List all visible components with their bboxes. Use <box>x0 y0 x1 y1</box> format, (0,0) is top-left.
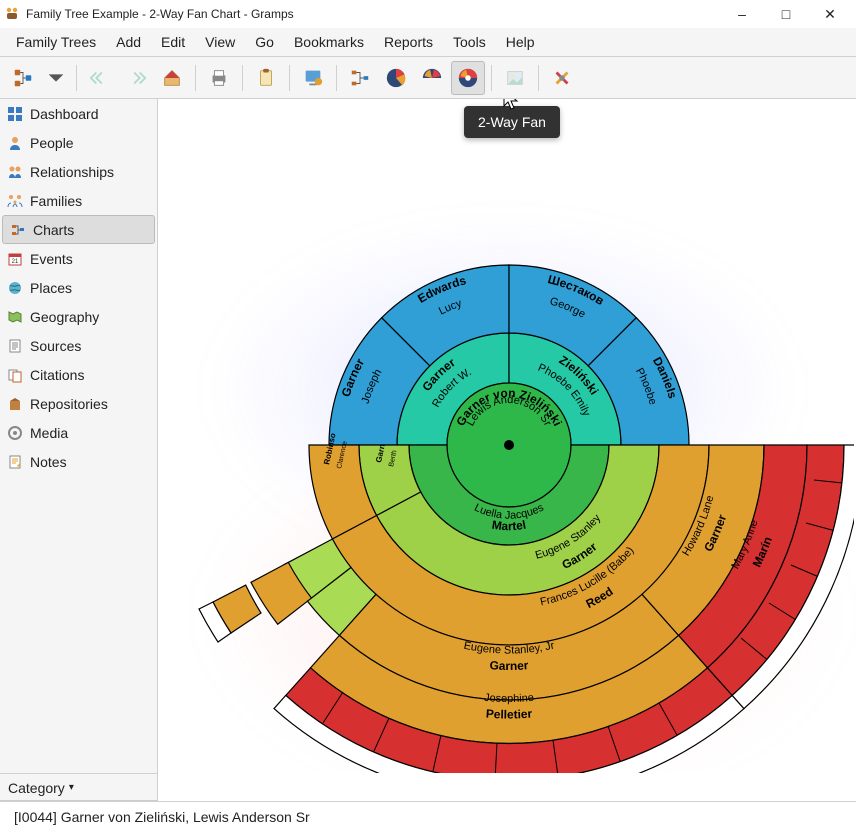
sidebar-item-label: Geography <box>30 309 99 325</box>
sidebar-item-notes[interactable]: Notes <box>0 447 157 476</box>
category-selector[interactable]: Category ▾ <box>0 773 158 801</box>
nav-forward-button[interactable] <box>119 61 153 95</box>
d3-pell-surname: Pelletier <box>485 707 533 722</box>
chart-canvas[interactable]: Garner von Zieliński Lewis Anderson Sr G… <box>158 99 856 773</box>
separator <box>289 65 290 91</box>
sidebar-item-label: People <box>30 135 74 151</box>
sidebar-item-label: Repositories <box>30 396 108 412</box>
sidebar-item-label: Citations <box>30 367 84 383</box>
sidebar-item-repositories[interactable]: Repositories <box>0 389 157 418</box>
pedigree-view-button[interactable] <box>343 61 377 95</box>
citations-icon <box>6 366 24 384</box>
sidebar-item-label: Sources <box>30 338 81 354</box>
sidebar-item-media[interactable]: Media <box>0 418 157 447</box>
image-button[interactable] <box>498 61 532 95</box>
sidebar-item-label: Notes <box>30 454 67 470</box>
geography-icon <box>6 308 24 326</box>
separator <box>195 65 196 91</box>
config-button[interactable] <box>296 61 330 95</box>
close-button[interactable]: ✕ <box>808 0 852 28</box>
app-icon <box>4 6 20 22</box>
menu-tools[interactable]: Tools <box>443 30 496 54</box>
toolbar-tooltip: 2-Way Fan <box>464 106 560 138</box>
fan-chart[interactable]: Garner von Zieliński Lewis Anderson Sr G… <box>158 99 854 773</box>
tree-config-button[interactable] <box>6 61 40 95</box>
menu-add[interactable]: Add <box>106 30 151 54</box>
people-icon <box>6 134 24 152</box>
families-icon <box>6 192 24 210</box>
separator <box>76 65 77 91</box>
separator <box>538 65 539 91</box>
print-button[interactable] <box>202 61 236 95</box>
nav-back-button[interactable] <box>83 61 117 95</box>
sidebar-item-citations[interactable]: Citations <box>0 360 157 389</box>
sidebar-item-label: Media <box>30 425 68 441</box>
separator <box>491 65 492 91</box>
menu-edit[interactable]: Edit <box>151 30 195 54</box>
relationships-icon <box>6 163 24 181</box>
sidebar-item-sources[interactable]: Sources <box>0 331 157 360</box>
fanchart-view-button[interactable] <box>379 61 413 95</box>
sidebar-item-people[interactable]: People <box>0 128 157 157</box>
places-icon <box>6 279 24 297</box>
sidebar-item-dashboard[interactable]: Dashboard <box>0 99 157 128</box>
sidebar: Dashboard People Relationships Families … <box>0 99 158 773</box>
minimize-button[interactable]: – <box>720 0 764 28</box>
menu-go[interactable]: Go <box>245 30 284 54</box>
menu-help[interactable]: Help <box>496 30 545 54</box>
menu-view[interactable]: View <box>195 30 245 54</box>
descendant-fan-button[interactable] <box>415 61 449 95</box>
sources-icon <box>6 337 24 355</box>
main-area: Dashboard People Relationships Families … <box>0 99 856 773</box>
d3-ej-surname: Garner <box>489 658 529 673</box>
sidebar-item-label: Places <box>30 280 72 296</box>
sidebar-item-families[interactable]: Families <box>0 186 157 215</box>
title-bar: Family Tree Example - 2-Way Fan Chart - … <box>0 0 856 28</box>
separator <box>336 65 337 91</box>
media-icon <box>6 424 24 442</box>
category-label: Category <box>8 780 65 796</box>
maximize-button[interactable]: □ <box>764 0 808 28</box>
sidebar-item-label: Charts <box>33 222 74 238</box>
menu-family-trees[interactable]: Family Trees <box>6 30 106 54</box>
separator <box>242 65 243 91</box>
sidebar-item-geography[interactable]: Geography <box>0 302 157 331</box>
repositories-icon <box>6 395 24 413</box>
sidebar-item-label: Families <box>30 193 82 209</box>
menu-bookmarks[interactable]: Bookmarks <box>284 30 374 54</box>
status-text: [I0044] Garner von Zieliński, Lewis Ande… <box>14 809 310 825</box>
toolbar <box>0 57 856 99</box>
notes-icon <box>6 453 24 471</box>
sidebar-item-relationships[interactable]: Relationships <box>0 157 157 186</box>
home-button[interactable] <box>155 61 189 95</box>
sidebar-item-label: Dashboard <box>30 106 99 122</box>
sidebar-item-places[interactable]: Places <box>0 273 157 302</box>
status-bar: [I0044] Garner von Zieliński, Lewis Ande… <box>0 801 856 831</box>
sidebar-item-label: Relationships <box>30 164 114 180</box>
clipboard-button[interactable] <box>249 61 283 95</box>
sidebar-item-charts[interactable]: Charts <box>2 215 155 244</box>
charts-icon <box>9 221 27 239</box>
tree-dropdown-button[interactable] <box>42 61 70 95</box>
two-way-fan-button[interactable] <box>451 61 485 95</box>
chevron-down-icon: ▾ <box>69 782 74 793</box>
svg-text:21: 21 <box>12 259 19 265</box>
sidebar-item-events[interactable]: 21 Events <box>0 244 157 273</box>
dashboard-icon <box>6 105 24 123</box>
sidebar-item-label: Events <box>30 251 73 267</box>
menu-reports[interactable]: Reports <box>374 30 443 54</box>
events-icon: 21 <box>6 250 24 268</box>
menu-bar: Family Trees Add Edit View Go Bookmarks … <box>0 28 856 57</box>
d3-pell-given: Josephine <box>484 692 535 705</box>
window-title: Family Tree Example - 2-Way Fan Chart - … <box>26 7 720 21</box>
gramplets-button[interactable] <box>545 61 579 95</box>
